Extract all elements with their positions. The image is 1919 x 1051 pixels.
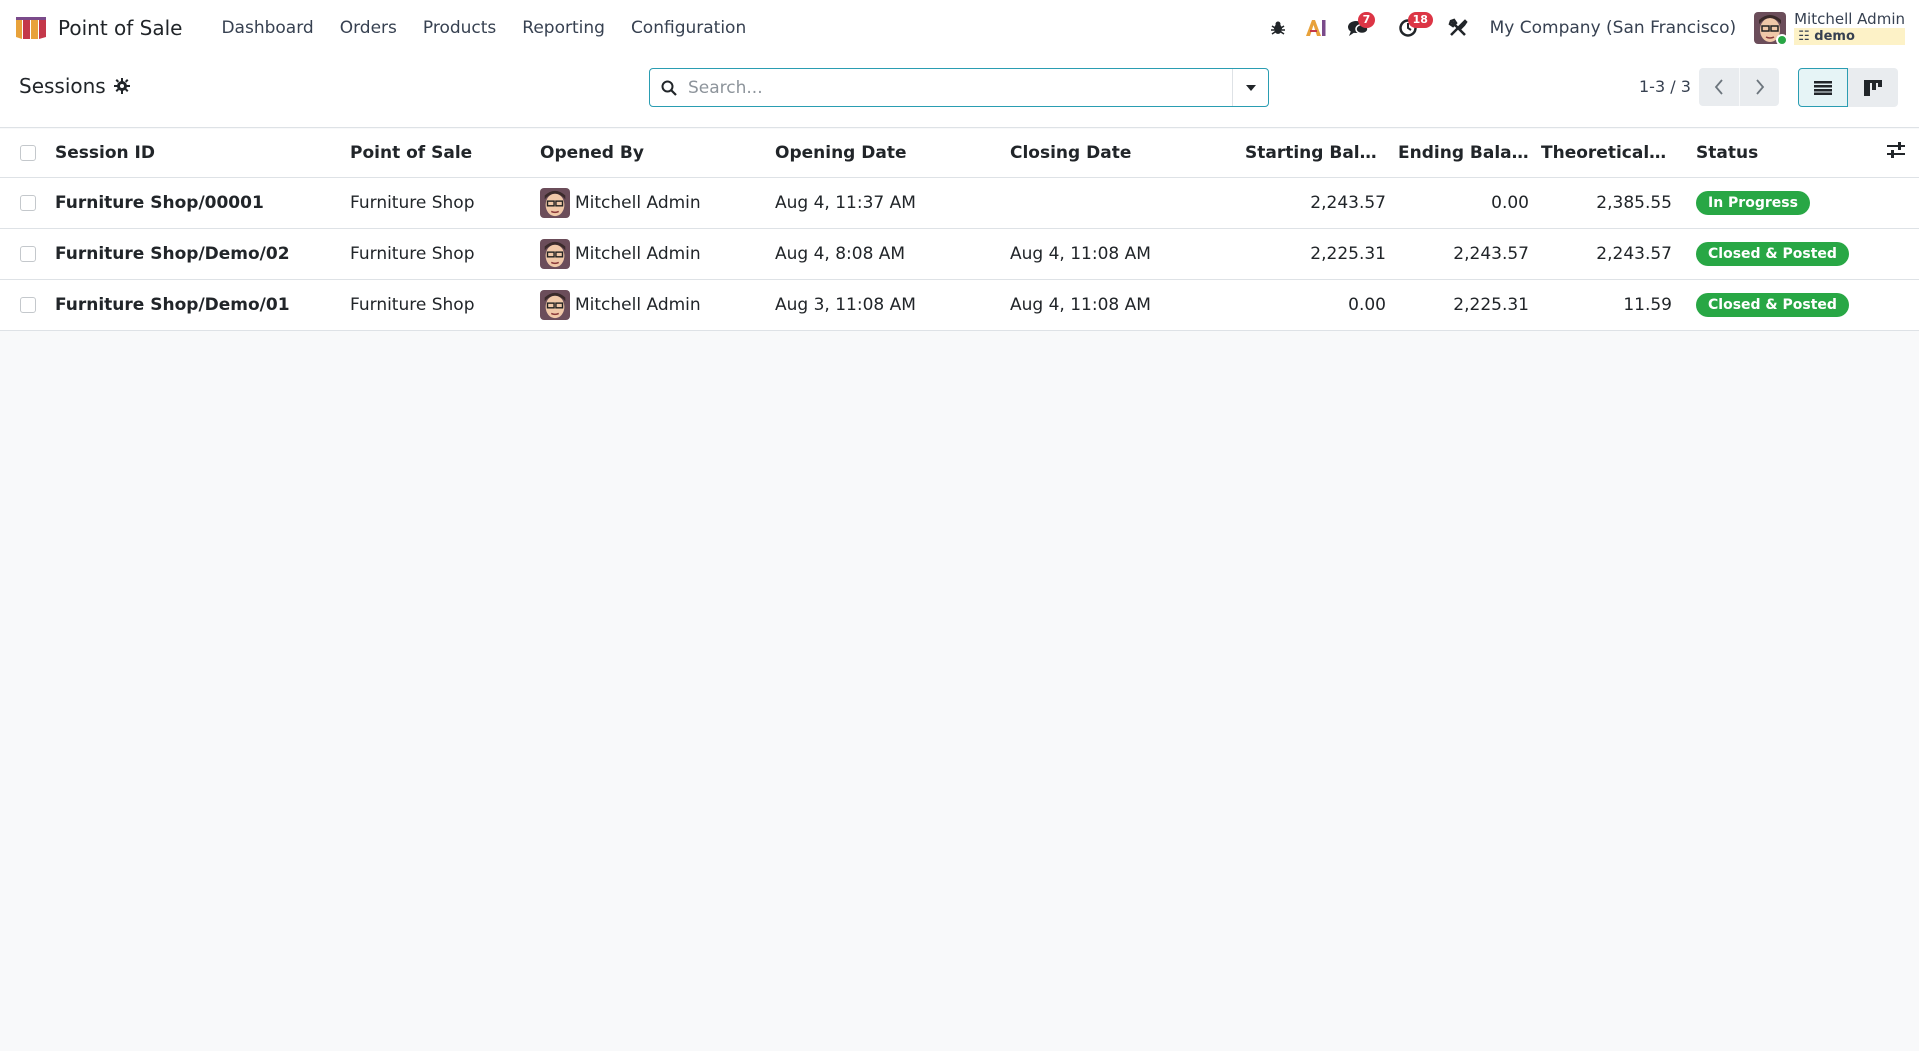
row-checkbox[interactable] <box>20 296 36 313</box>
search-bar <box>649 68 1269 107</box>
cell-opening-date: Aug 3, 11:08 AM <box>775 294 916 315</box>
cell-ending-balance: 2,225.31 <box>1453 294 1529 315</box>
systray: 7 18 My Company (San Francisco) Mitchell… <box>1258 0 1905 56</box>
column-header-closing-date[interactable]: Closing Date <box>1010 129 1245 177</box>
column-header-theoretical-closing[interactable]: Theoretical Cl... <box>1541 129 1684 177</box>
status-badge: Closed & Posted <box>1696 241 1849 266</box>
list-view-button[interactable] <box>1798 68 1848 107</box>
gear-icon[interactable] <box>113 78 130 94</box>
avatar[interactable] <box>540 238 570 269</box>
menu-products[interactable]: Products <box>410 18 509 38</box>
column-header-starting-balance[interactable]: Starting Bala... <box>1245 129 1398 177</box>
chat-icon[interactable]: 7 <box>1340 10 1376 46</box>
main-navbar: Point of Sale Dashboard Orders Products … <box>0 0 1919 56</box>
ai-icon[interactable] <box>1298 10 1334 46</box>
row-checkbox[interactable] <box>20 245 36 262</box>
cell-opened-by: Mitchell Admin <box>540 289 763 320</box>
cell-closing-date: Aug 4, 11:08 AM <box>1010 294 1151 315</box>
cell-theoretical-closing: 2,243.57 <box>1596 243 1672 264</box>
cell-starting-balance: 2,243.57 <box>1310 192 1386 213</box>
database-name: demo <box>1814 29 1855 44</box>
table-row[interactable]: Furniture Shop/Demo/02 Furniture Shop Mi… <box>0 228 1919 279</box>
pager-value[interactable]: 1-3 / 3 <box>1639 77 1691 96</box>
menu-configuration[interactable]: Configuration <box>618 18 759 38</box>
column-header-point-of-sale[interactable]: Point of Sale <box>350 129 540 177</box>
cell-starting-balance: 0.00 <box>1348 294 1386 315</box>
avatar[interactable] <box>540 289 570 320</box>
chevron-right-icon <box>1755 79 1764 95</box>
cell-ending-balance: 2,243.57 <box>1453 243 1529 264</box>
cell-session-id: Furniture Shop/Demo/01 <box>55 294 290 315</box>
sessions-list: Session ID Point of Sale Opened By Openi… <box>0 129 1919 331</box>
sliders-icon[interactable] <box>1887 142 1905 163</box>
pager-next-button[interactable] <box>1739 68 1779 106</box>
caret-down-icon[interactable] <box>1232 69 1268 106</box>
list-icon <box>1814 80 1832 95</box>
avatar[interactable] <box>540 187 570 218</box>
column-header-opening-date[interactable]: Opening Date <box>775 129 1010 177</box>
menu-orders[interactable]: Orders <box>327 18 410 38</box>
select-all-checkbox[interactable] <box>20 144 36 161</box>
cell-starting-balance: 2,225.31 <box>1310 243 1386 264</box>
cell-theoretical-closing: 11.59 <box>1623 294 1672 315</box>
database-badge: ☷ demo <box>1794 28 1905 45</box>
cell-opened-by: Mitchell Admin <box>540 238 763 269</box>
cell-point-of-sale: Furniture Shop <box>350 294 475 315</box>
cell-theoretical-closing: 2,385.55 <box>1596 192 1672 213</box>
messages-count-badge: 7 <box>1357 12 1376 28</box>
bug-icon[interactable] <box>1260 10 1296 46</box>
pos-shop-icon[interactable] <box>14 15 48 41</box>
clock-icon[interactable]: 18 <box>1390 10 1433 46</box>
user-name: Mitchell Admin <box>575 243 701 264</box>
menu-reporting[interactable]: Reporting <box>509 18 618 38</box>
table-row[interactable]: Furniture Shop/Demo/01 Furniture Shop Mi… <box>0 279 1919 330</box>
status-badge: Closed & Posted <box>1696 292 1849 317</box>
activities-count-badge: 18 <box>1407 12 1433 28</box>
cell-point-of-sale: Furniture Shop <box>350 243 475 264</box>
kanban-icon <box>1864 79 1882 96</box>
column-header-status[interactable]: Status <box>1684 129 1859 177</box>
tools-icon[interactable] <box>1440 10 1476 46</box>
kanban-view-button[interactable] <box>1848 68 1898 107</box>
menu-dashboard[interactable]: Dashboard <box>208 18 326 38</box>
user-name: Mitchell Admin <box>1794 10 1905 28</box>
table-header-row: Session ID Point of Sale Opened By Openi… <box>0 129 1919 177</box>
user-menu[interactable]: Mitchell Admin ☷ demo <box>1754 11 1905 45</box>
cell-ending-balance: 0.00 <box>1491 192 1529 213</box>
status-badge: In Progress <box>1696 190 1810 215</box>
column-header-opened-by[interactable]: Opened By <box>540 129 775 177</box>
column-header-ending-balance[interactable]: Ending Balance <box>1398 129 1541 177</box>
online-status-dot <box>1776 34 1787 44</box>
main-menu: Dashboard Orders Products Reporting Conf… <box>208 18 759 38</box>
cell-closing-date <box>1010 177 1245 228</box>
breadcrumb: Sessions <box>19 74 130 98</box>
search-icon <box>650 80 688 96</box>
cell-opening-date: Aug 4, 8:08 AM <box>775 243 906 264</box>
user-name: Mitchell Admin <box>575 192 701 213</box>
cell-opening-date: Aug 4, 11:37 AM <box>775 192 916 213</box>
cell-opened-by: Mitchell Admin <box>540 187 763 218</box>
avatar <box>1754 12 1787 44</box>
sessions-table: Session ID Point of Sale Opened By Openi… <box>0 129 1919 331</box>
cell-point-of-sale: Furniture Shop <box>350 192 475 213</box>
table-row[interactable]: Furniture Shop/00001 Furniture Shop Mitc… <box>0 177 1919 228</box>
app-name[interactable]: Point of Sale <box>58 16 182 40</box>
pager-previous-button[interactable] <box>1699 68 1739 106</box>
cell-session-id: Furniture Shop/Demo/02 <box>55 243 290 264</box>
cell-session-id: Furniture Shop/00001 <box>55 192 264 213</box>
control-panel: Sessions 1-3 / 3 <box>0 56 1919 128</box>
page-title: Sessions <box>19 74 106 98</box>
search-input[interactable] <box>688 77 1232 98</box>
chevron-left-icon <box>1714 79 1723 95</box>
column-header-session-id[interactable]: Session ID <box>55 129 350 177</box>
company-switcher[interactable]: My Company (San Francisco) <box>1490 18 1736 38</box>
row-checkbox[interactable] <box>20 194 36 211</box>
user-name: Mitchell Admin <box>575 294 701 315</box>
cell-closing-date: Aug 4, 11:08 AM <box>1010 243 1151 264</box>
